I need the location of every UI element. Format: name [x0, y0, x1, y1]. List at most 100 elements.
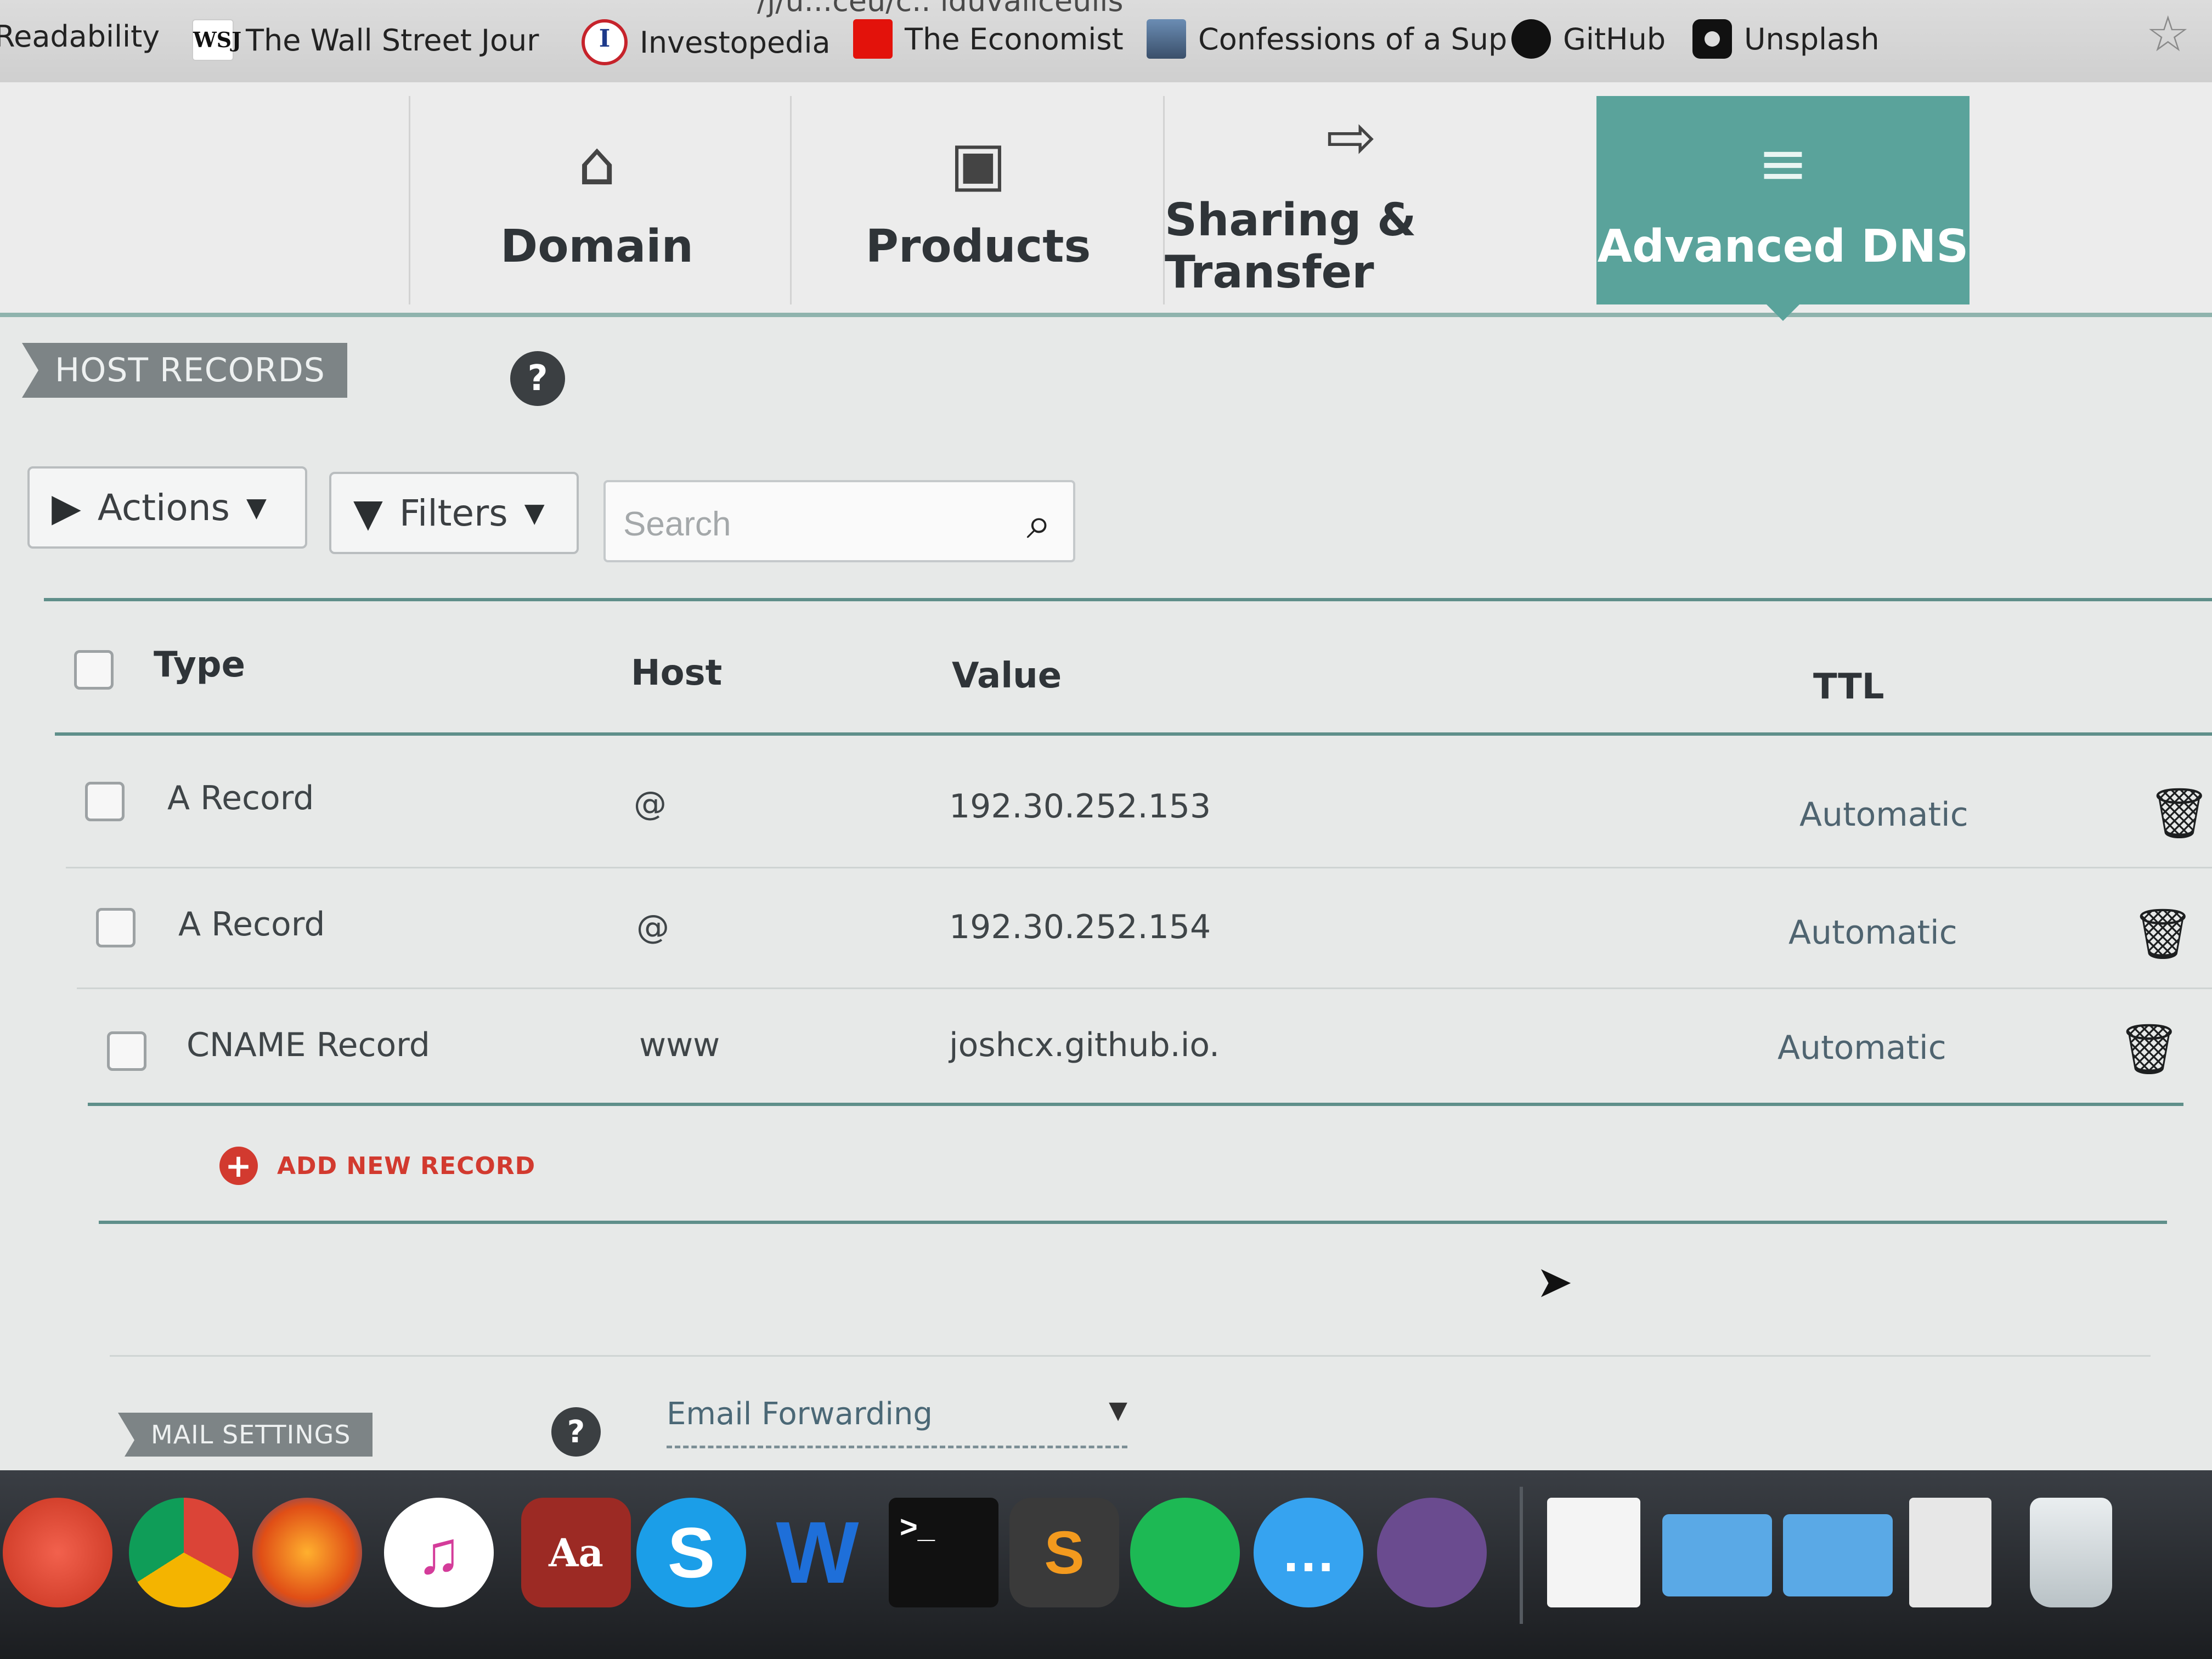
column-header-ttl[interactable]: TTL: [1813, 667, 1884, 707]
plus-circle-icon: +: [219, 1147, 258, 1185]
tab-sharing-transfer[interactable]: ⇨ Sharing & Transfer: [1163, 96, 1538, 304]
add-new-record-button[interactable]: + ADD NEW RECORD: [219, 1147, 535, 1185]
column-header-type[interactable]: Type: [154, 645, 245, 685]
dock-skype-icon[interactable]: S: [636, 1498, 746, 1607]
mail-settings-help-icon[interactable]: ?: [551, 1407, 601, 1457]
search-input[interactable]: [622, 493, 997, 555]
record-host: @: [634, 785, 667, 823]
tab-label: Products: [865, 220, 1091, 273]
dock-sublime-icon[interactable]: S: [1009, 1498, 1119, 1607]
record-ttl: Automatic: [1778, 1029, 1946, 1067]
dock-file-icon[interactable]: [1909, 1498, 1991, 1607]
bookmark-label: Confessions of a Sup: [1198, 21, 1508, 57]
row-divider: [77, 988, 2212, 989]
dock-documents-folder-icon[interactable]: [1783, 1514, 1893, 1596]
dock-trash-icon[interactable]: [2030, 1498, 2112, 1607]
bookmark-economist[interactable]: The Economist: [853, 19, 1124, 59]
dock-sunrise-icon[interactable]: [3, 1498, 112, 1607]
bookmark-star-icon[interactable]: ☆: [2146, 5, 2190, 63]
trash-icon[interactable]: 🗑: [2131, 905, 2194, 963]
transfer-icon: ⇨: [1325, 102, 1377, 172]
tab-advanced-dns[interactable]: ≡ Advanced DNS: [1596, 96, 1970, 321]
bookmark-label: GitHub: [1563, 21, 1666, 57]
bookmark-label: The Economist: [905, 21, 1124, 57]
caret-down-icon: ▼: [246, 492, 267, 523]
tab-products[interactable]: ▣ Products: [790, 96, 1165, 304]
dock-document-icon[interactable]: [1547, 1498, 1640, 1607]
row-checkbox[interactable]: [96, 908, 136, 947]
add-record-rule: [99, 1221, 2167, 1224]
mail-settings-select[interactable]: Email Forwarding ▼: [667, 1396, 1127, 1448]
economist-icon: [853, 19, 893, 59]
box-icon: ▣: [950, 128, 1007, 199]
dock-itunes-icon[interactable]: ♫: [384, 1498, 494, 1607]
bookmark-label: Investopedia: [640, 25, 831, 60]
caret-down-icon: ▼: [524, 498, 545, 528]
camera-icon: [1692, 19, 1732, 59]
host-records-label: HOST RECORDS: [22, 343, 347, 398]
bookmark-confessions[interactable]: Confessions of a Sup: [1147, 19, 1507, 59]
investopedia-icon: I: [582, 19, 628, 65]
search-box: ⌕: [603, 480, 1075, 562]
record-host: www: [639, 1026, 720, 1064]
dock-spotify-icon[interactable]: [1130, 1498, 1240, 1607]
dock-firefox-icon[interactable]: [252, 1498, 362, 1607]
wsj-icon: WSJ: [192, 19, 241, 61]
record-value: 192.30.252.154: [949, 908, 1211, 946]
bookmark-investopedia[interactable]: I Investopedia: [582, 19, 831, 65]
dock-messages-icon[interactable]: …: [1254, 1498, 1363, 1607]
bookmark-unsplash[interactable]: Unsplash: [1692, 19, 1880, 59]
trash-icon[interactable]: 🗑: [2148, 785, 2210, 842]
dock-applications-folder-icon[interactable]: [1662, 1514, 1772, 1596]
record-value: joshcx.github.io.: [949, 1026, 1220, 1064]
filters-dropdown[interactable]: ▼ Filters ▼: [329, 472, 579, 554]
github-icon: [1511, 19, 1551, 59]
dock-chrome-icon[interactable]: [129, 1498, 239, 1607]
dock-terminal-icon[interactable]: >_: [889, 1498, 998, 1607]
filters-label: Filters: [399, 492, 508, 534]
funnel-icon: ▼: [353, 490, 383, 535]
host-records-help-icon[interactable]: ?: [510, 351, 565, 406]
server-icon: ≡: [1757, 128, 1809, 199]
record-host: @: [636, 908, 669, 946]
record-value: 192.30.252.153: [949, 787, 1211, 826]
section-divider: [110, 1355, 2151, 1357]
record-ttl: Automatic: [1799, 795, 1968, 834]
record-type: CNAME Record: [187, 1026, 430, 1064]
record-type: A Record: [167, 779, 314, 817]
table-header-rule: [55, 732, 2212, 736]
dock-separator: [1520, 1487, 1523, 1624]
column-header-value[interactable]: Value: [952, 656, 1062, 696]
actions-label: Actions: [97, 486, 230, 529]
column-header-host[interactable]: Host: [631, 653, 722, 693]
bookmark-label: The Wall Street Jour: [246, 22, 539, 58]
mail-settings-selected: Email Forwarding: [667, 1396, 933, 1432]
play-circle-icon: ▶: [52, 485, 81, 530]
tab-label: Sharing & Transfer: [1165, 194, 1417, 298]
tab-domain[interactable]: ⌂ Domain: [409, 96, 783, 304]
bookmark-github[interactable]: GitHub: [1511, 19, 1666, 59]
tab-label: Advanced DNS: [1597, 220, 1969, 273]
dock-github-icon[interactable]: [1377, 1498, 1487, 1607]
bookmark-wsj[interactable]: WSJ The Wall Street Jour: [192, 19, 539, 61]
row-checkbox[interactable]: [85, 782, 125, 821]
trash-icon[interactable]: 🗑: [2118, 1020, 2180, 1078]
bookmark-label: Readability: [0, 19, 160, 54]
bookmarks-bar: /j/u...ceu/c.. lduvaliceulls Readability…: [0, 0, 2212, 84]
actions-dropdown[interactable]: ▶ Actions ▼: [27, 466, 307, 549]
tab-label: Domain: [500, 220, 693, 273]
url-fragment: /j/u...ceu/c.. lduvaliceulls: [757, 0, 1124, 18]
bookmark-readability[interactable]: Readability: [0, 19, 160, 54]
dock-word-icon[interactable]: W: [763, 1498, 872, 1607]
table-bottom-rule: [88, 1103, 2183, 1106]
search-icon[interactable]: ⌕: [1026, 498, 1051, 549]
add-new-record-label: ADD NEW RECORD: [277, 1152, 536, 1180]
mail-settings-label: MAIL SETTINGS: [118, 1413, 373, 1468]
table-top-rule: [44, 598, 2212, 601]
select-all-checkbox[interactable]: [74, 650, 114, 690]
record-type: A Record: [178, 905, 325, 944]
caret-down-icon: ▼: [1109, 1396, 1127, 1424]
row-checkbox[interactable]: [107, 1031, 146, 1071]
avatar-icon: [1147, 19, 1186, 59]
dock-dictionary-icon[interactable]: Aa: [521, 1498, 631, 1607]
